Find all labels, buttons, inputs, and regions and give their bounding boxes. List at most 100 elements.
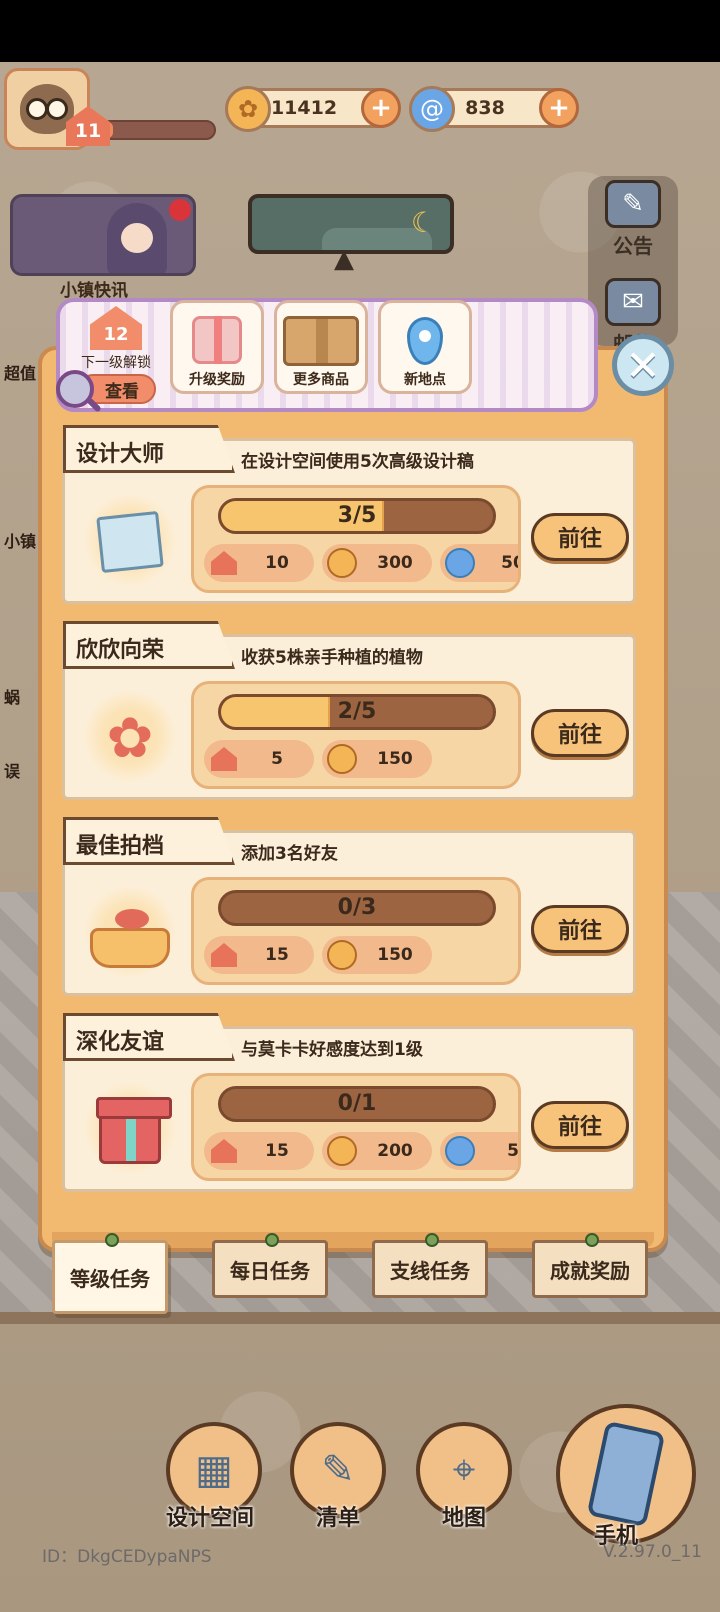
- left-edge-label-3[interactable]: 蜗: [4, 684, 20, 708]
- tab-achievements[interactable]: 成就奖励: [532, 1233, 648, 1298]
- news-character-image: [107, 203, 167, 273]
- task-card: 最佳拍档 添加3名好友 0/3 15 150 前往: [62, 817, 636, 996]
- reward-value: 50: [501, 553, 518, 573]
- next-level-unlock: 12 下一级解锁: [66, 304, 166, 374]
- reward-coins: 150: [322, 740, 432, 778]
- design-space-label: 设计空间: [166, 1506, 255, 1531]
- reward-value: 200: [377, 1141, 413, 1161]
- tab-side-tasks[interactable]: 支线任务: [372, 1233, 488, 1298]
- house-icon: [211, 943, 237, 967]
- unlock-item-more-goods[interactable]: 更多商品: [274, 300, 368, 394]
- coin-counter: ✿ 11412 +: [225, 86, 401, 132]
- task-progress-bar: 0/1: [218, 1086, 496, 1122]
- go-button[interactable]: 前往: [531, 905, 629, 953]
- map-label: 地图: [442, 1506, 487, 1531]
- reward-exp: 10: [204, 544, 314, 582]
- gem-icon: @: [409, 86, 455, 132]
- reward-exp: 15: [204, 1132, 314, 1170]
- unlock-item-new-location[interactable]: 新地点: [378, 300, 472, 394]
- task-card: 设计大师 在设计空间使用5次高级设计稿 3/5 10 300 50 前往: [62, 425, 636, 604]
- coin-icon: ✿: [225, 86, 271, 132]
- checklist-label: 清单: [316, 1506, 361, 1531]
- owl-face-icon: [20, 84, 74, 134]
- task-title: 欣欣向荣: [63, 621, 235, 669]
- gift-icon: [75, 1075, 185, 1185]
- unlock-item-label: 新地点: [404, 372, 446, 388]
- widget-arrow-icon: ▲: [334, 244, 354, 274]
- reward-value: 150: [377, 945, 413, 965]
- xp-bar: [100, 120, 216, 140]
- reward-value: 5: [507, 1141, 519, 1161]
- next-level-badge: 12: [90, 306, 142, 350]
- blueprint-icon: ▦: [195, 1447, 233, 1493]
- progress-text: 2/5: [337, 699, 377, 724]
- status-bar: [0, 0, 720, 62]
- task-description: 在设计空间使用5次高级设计稿: [241, 452, 474, 472]
- task-card: 欣欣向荣 收获5株亲手种植的植物 ✿ 2/5 5 150 前往: [62, 621, 636, 800]
- reward-exp: 15: [204, 936, 314, 974]
- phone-icon: [586, 1420, 666, 1528]
- coin-icon: [327, 1136, 357, 1166]
- task-progress-box: 0/1 15 200 5: [191, 1073, 521, 1181]
- left-edge-label-1[interactable]: 超值: [4, 360, 36, 384]
- task-progress-box: 2/5 5 150: [191, 681, 521, 789]
- reward-coins: 150: [322, 936, 432, 974]
- version-text: V.2.97.0_11: [602, 1542, 702, 1562]
- view-button[interactable]: 查看: [56, 370, 158, 410]
- unlock-item-label: 更多商品: [293, 372, 349, 388]
- house-icon: [211, 1139, 237, 1163]
- reward-value: 150: [377, 749, 413, 769]
- map-pin-icon: ⌖: [452, 1447, 476, 1493]
- tab-level-tasks[interactable]: 等级任务: [52, 1233, 168, 1314]
- blueprint-icon: [75, 487, 185, 597]
- go-button[interactable]: 前往: [531, 709, 629, 757]
- task-title: 最佳拍档: [63, 817, 235, 865]
- progress-text: 0/1: [337, 1091, 377, 1116]
- megaphone-icon: ✎: [605, 180, 661, 228]
- task-progress-box: 3/5 10 300 50: [191, 485, 521, 593]
- flowers-icon: ✿: [106, 705, 154, 771]
- announcement-button[interactable]: ✎ 公告: [592, 180, 674, 259]
- reward-value: 15: [265, 945, 289, 965]
- reward-value: 5: [271, 749, 283, 769]
- house-icon: [211, 747, 237, 771]
- go-button[interactable]: 前往: [531, 513, 629, 561]
- task-description: 与莫卡卡好感度达到1级: [241, 1040, 423, 1060]
- magnifier-icon: [56, 370, 94, 408]
- add-gems-button[interactable]: +: [539, 88, 579, 128]
- gift-box-icon: [192, 316, 242, 364]
- add-coins-button[interactable]: +: [361, 88, 401, 128]
- gem-icon: [445, 1136, 475, 1166]
- player-id: ID：DkgCEDypaNPS: [42, 1547, 212, 1567]
- reward-gems: 5: [440, 1132, 519, 1170]
- left-edge-label-4[interactable]: 误: [4, 758, 20, 782]
- reward-value: 300: [377, 553, 413, 573]
- reward-exp: 5: [204, 740, 314, 778]
- unlock-item-upgrade-reward[interactable]: 升级奖励: [170, 300, 264, 394]
- reward-coins: 200: [322, 1132, 432, 1170]
- announcement-label: 公告: [613, 234, 653, 258]
- progress-text: 3/5: [337, 503, 377, 528]
- task-progress-box: 0/3 15 150: [191, 877, 521, 985]
- task-progress-bar: 0/3: [218, 890, 496, 926]
- unlock-item-label: 升级奖励: [189, 372, 245, 388]
- cardboard-box-icon: [283, 316, 359, 366]
- cake-icon: [75, 879, 185, 989]
- coin-icon: [327, 548, 357, 578]
- notification-dot: [169, 199, 191, 221]
- task-progress-bar: 2/5: [218, 694, 496, 730]
- reward-value: 10: [265, 553, 289, 573]
- gem-counter: @ 838 +: [409, 86, 579, 132]
- task-title: 深化友谊: [63, 1013, 235, 1061]
- town-news-button[interactable]: [10, 194, 196, 276]
- moon-icon: ☾: [410, 206, 436, 239]
- go-button[interactable]: 前往: [531, 1101, 629, 1149]
- tab-daily-tasks[interactable]: 每日任务: [212, 1233, 328, 1298]
- reward-value: 15: [265, 1141, 289, 1161]
- progress-text: 0/3: [337, 895, 377, 920]
- coin-icon: [327, 940, 357, 970]
- task-title: 设计大师: [63, 425, 235, 473]
- close-button[interactable]: ✕: [612, 334, 674, 396]
- house-icon: [211, 551, 237, 575]
- left-edge-label-2[interactable]: 小镇: [4, 528, 36, 552]
